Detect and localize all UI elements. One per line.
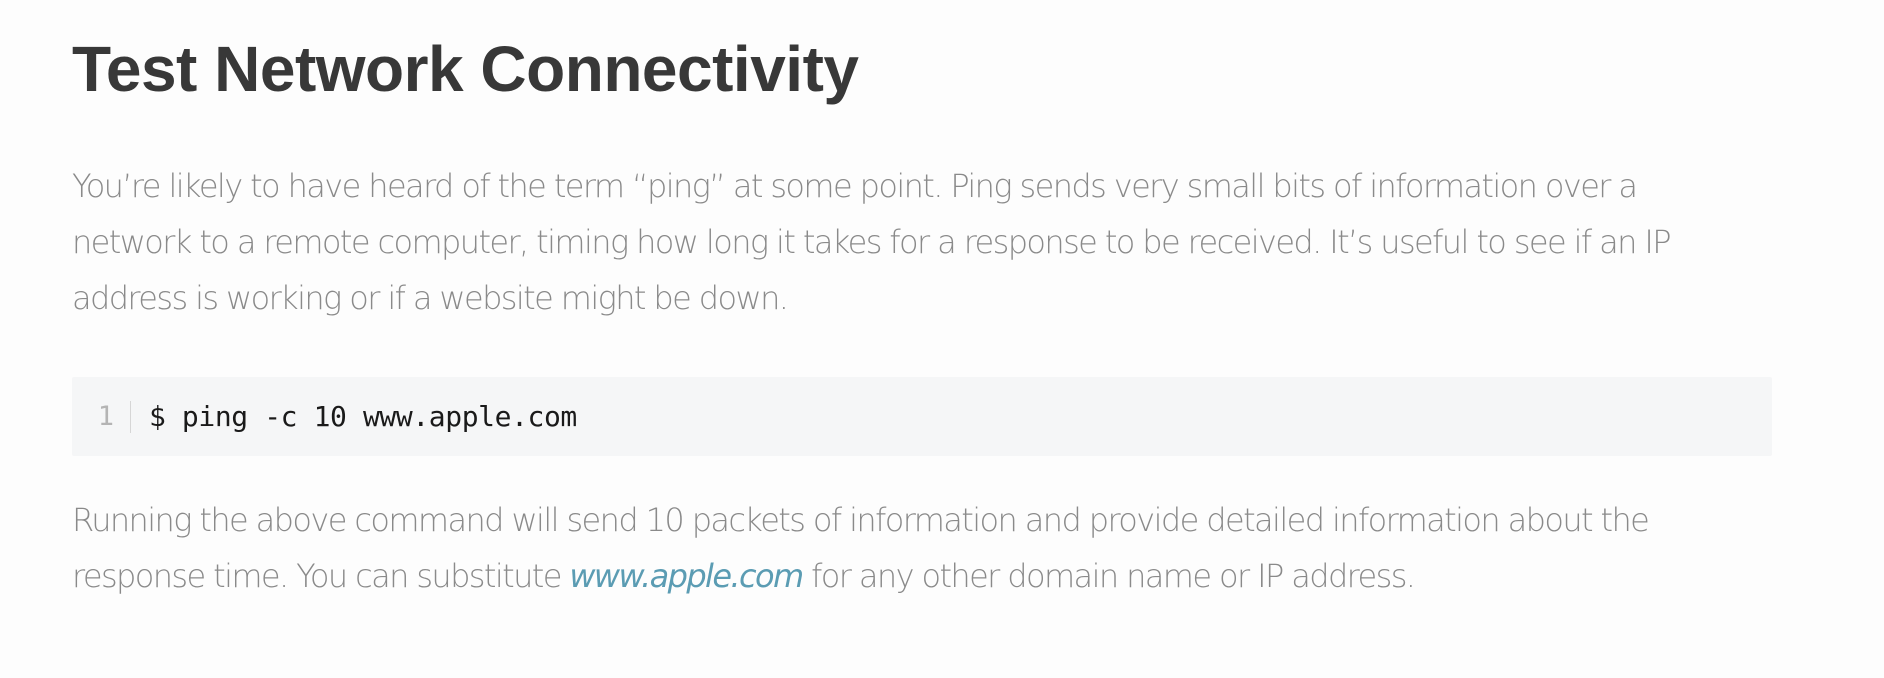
page-title: Test Network Connectivity	[72, 33, 859, 105]
paragraph-line: You’re likely to have heard of the term …	[72, 167, 1638, 205]
paragraph-line: address is working or if a website might…	[72, 279, 789, 317]
apple-link[interactable]: www.apple.com	[569, 557, 804, 595]
code-line-number: 1	[97, 401, 114, 432]
code-command: $ ping -c 10 www.apple.com	[149, 400, 577, 433]
code-gutter-divider	[130, 400, 131, 433]
paragraph-text: for any other domain name or IP address.	[802, 557, 1416, 595]
paragraph-line: Running the above command will send 10 p…	[72, 501, 1650, 539]
code-block: 1 $ ping -c 10 www.apple.com	[72, 377, 1772, 456]
paragraph-text: response time. You can substitute	[72, 557, 570, 595]
paragraph-line: response time. You can substitute www.ap…	[72, 548, 1772, 604]
explanation-paragraph: Running the above command will send 10 p…	[72, 492, 1772, 604]
intro-paragraph: You’re likely to have heard of the term …	[72, 158, 1772, 326]
paragraph-line: network to a remote computer, timing how…	[72, 223, 1672, 261]
